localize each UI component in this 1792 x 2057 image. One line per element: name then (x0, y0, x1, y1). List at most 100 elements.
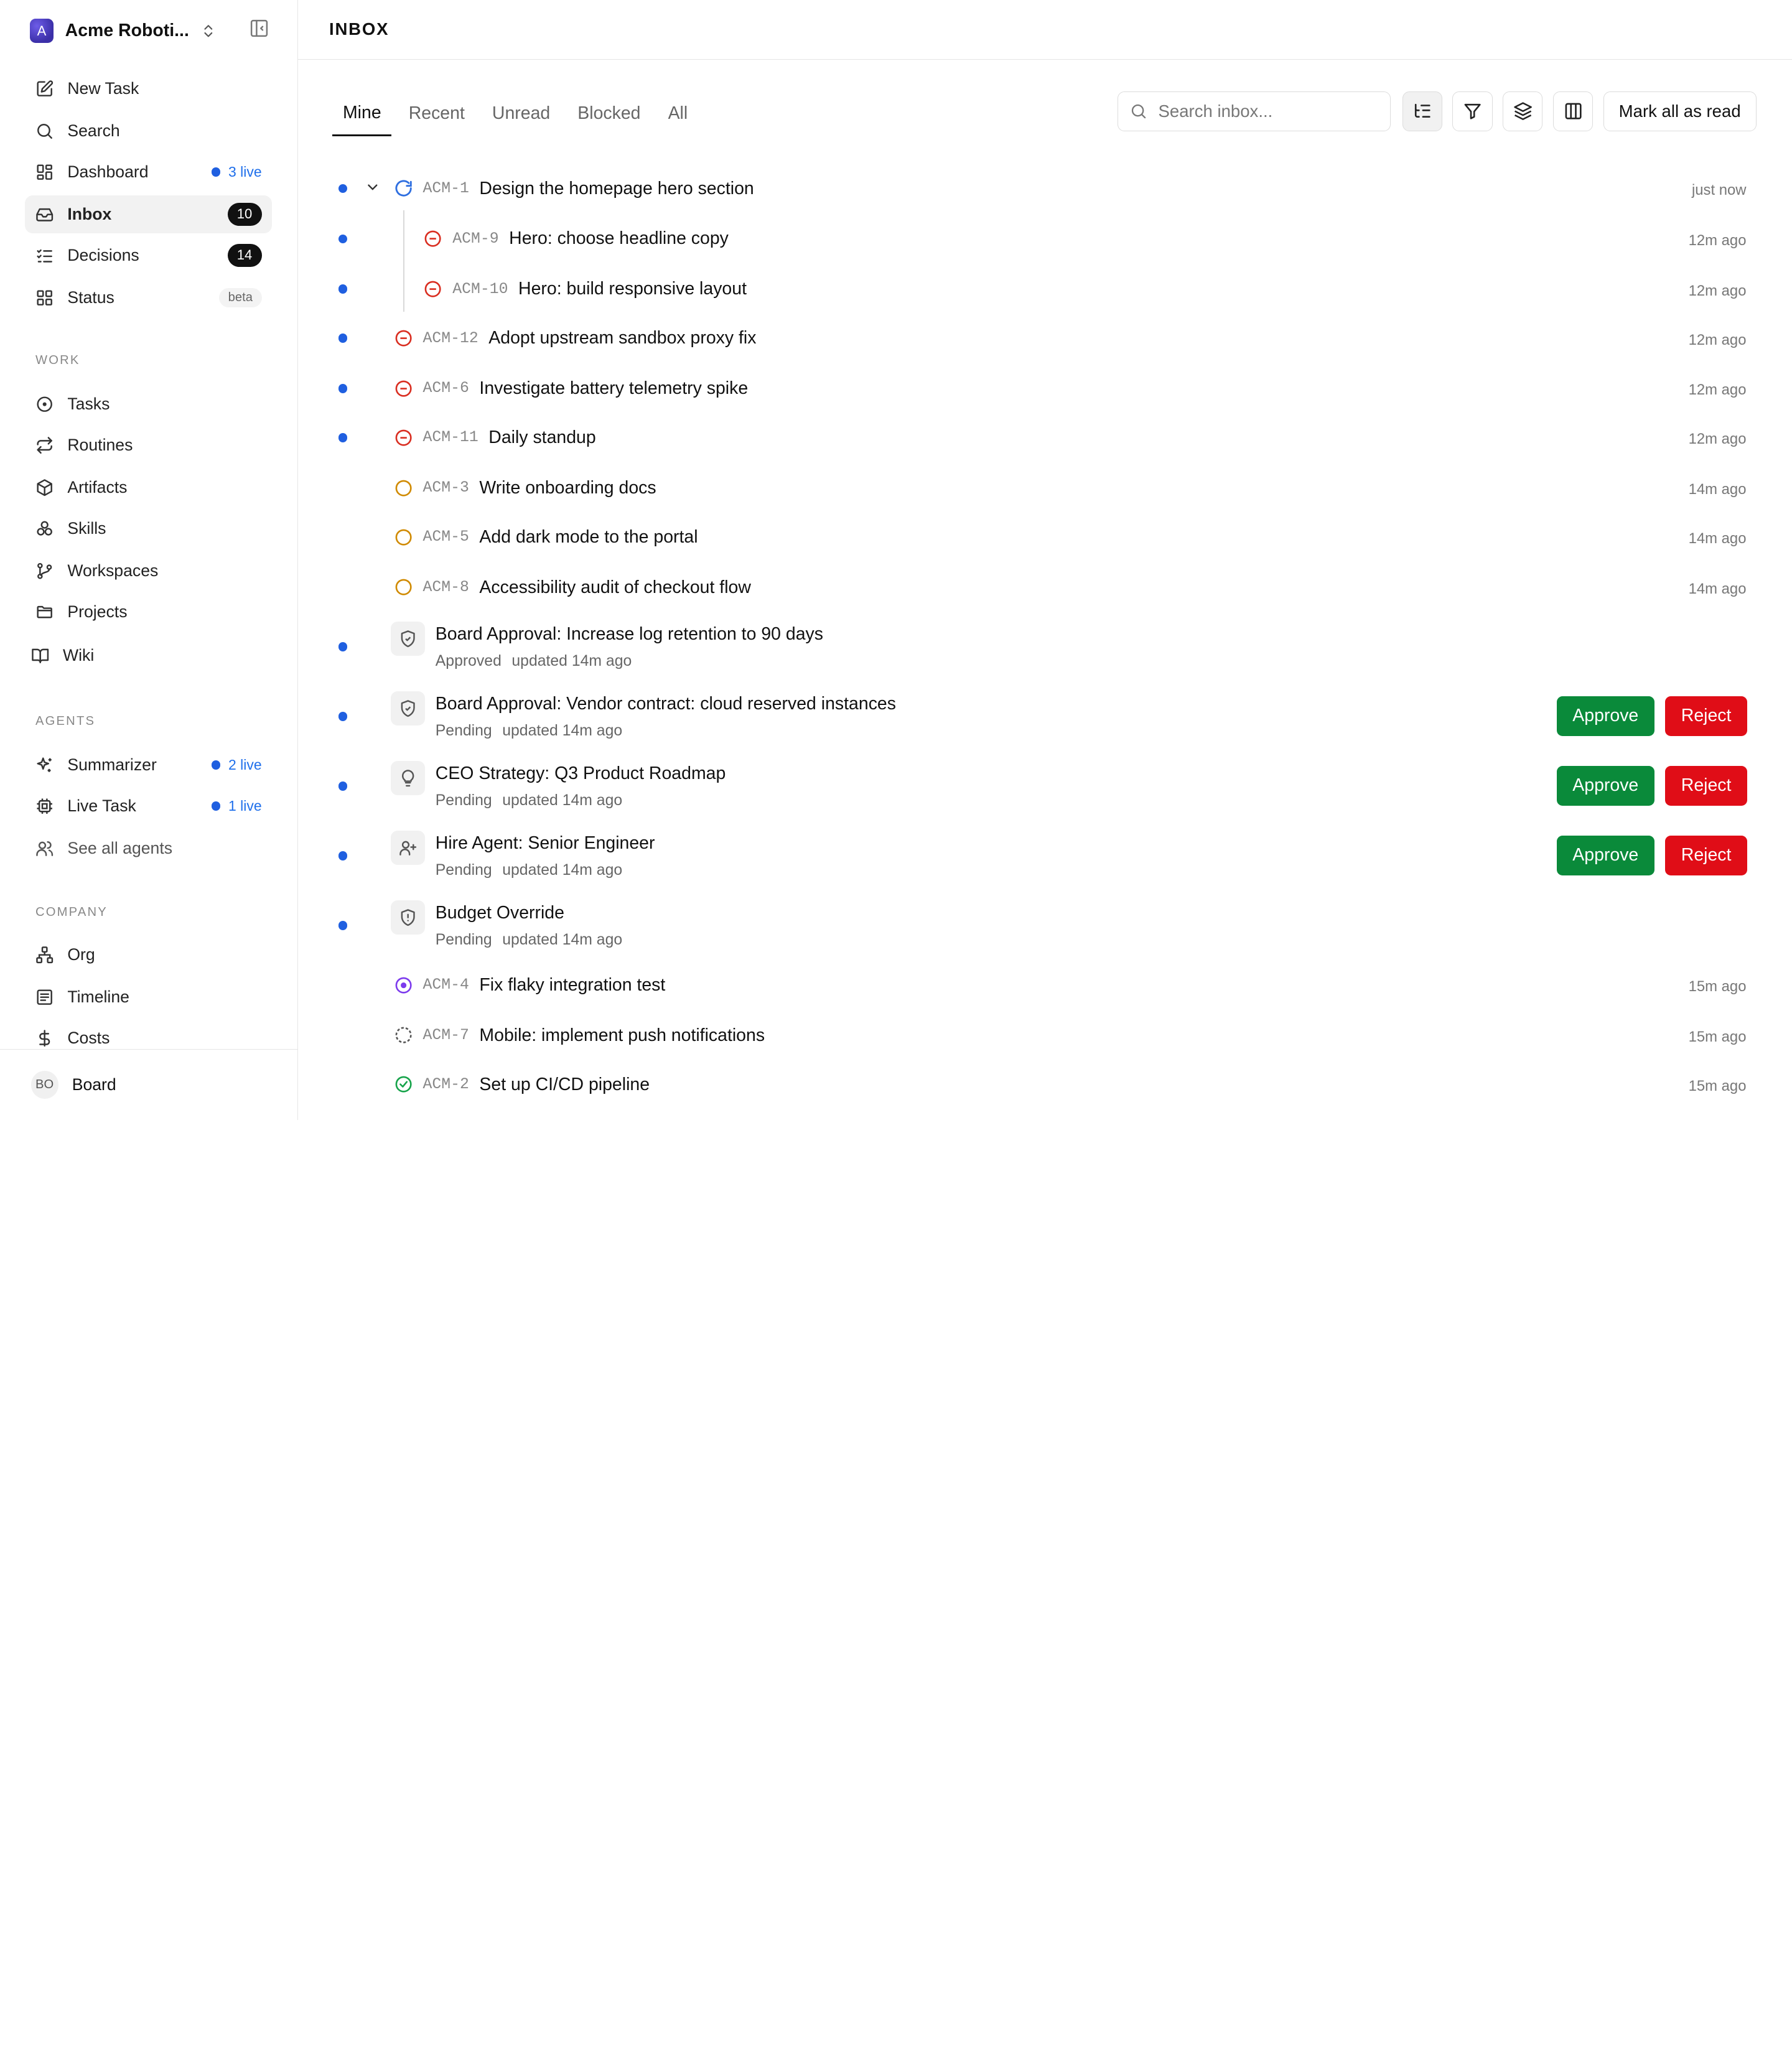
nav-label: Routines (67, 435, 133, 454)
issue-title: Add dark mode to the portal (479, 526, 698, 547)
inbox-toolbar: Mark all as read (1118, 91, 1757, 132)
list-item[interactable]: ACM-7 Mobile: implement push notificatio… (298, 1018, 1792, 1052)
nav-decisions[interactable]: Decisions 14 (25, 236, 272, 274)
nav-agent-summarizer[interactable]: Summarizer 2 live (25, 746, 272, 784)
unread-dot (338, 921, 348, 931)
approval-status: Pending (435, 791, 492, 809)
approval-status: Pending (435, 861, 492, 879)
approval-item[interactable]: Board Approval: Increase log retention t… (298, 619, 1792, 679)
nav-workspaces[interactable]: Workspaces (25, 552, 272, 590)
reject-button[interactable]: Reject (1665, 696, 1748, 736)
nav-inbox[interactable]: Inbox 10 (25, 195, 273, 233)
issue-id: ACM-5 (422, 528, 469, 546)
in-progress-status-icon (393, 179, 414, 199)
nav-label: Org (67, 945, 95, 964)
issue-time: 15m ago (1688, 978, 1747, 996)
approval-updated: updated 14m ago (502, 722, 623, 739)
nav-timeline[interactable]: Timeline (25, 978, 272, 1016)
columns-button[interactable] (1553, 91, 1594, 132)
nav-wiki[interactable]: Wiki (21, 637, 268, 674)
app: A Acme Roboti... New Task Search Dashboa… (0, 0, 1792, 1120)
issue-title: Accessibility audit of checkout flow (479, 577, 751, 597)
list-item[interactable]: ACM-8 Accessibility audit of checkout fl… (298, 571, 1792, 605)
nav-see-all-agents[interactable]: See all agents (25, 829, 272, 867)
issue-line: ACM-3 Write onboarding docs (393, 477, 656, 500)
nav-status[interactable]: Status beta (25, 279, 272, 317)
issue-id: ACM-4 (422, 976, 469, 994)
tab-recent[interactable]: Recent (398, 91, 475, 136)
unread-dot (338, 384, 348, 393)
approval-item[interactable]: Board Approval: Vendor contract: cloud r… (298, 689, 1792, 749)
unread-dot (338, 184, 348, 194)
company-name: Acme Roboti... (65, 21, 189, 41)
edit-icon (35, 80, 54, 98)
blocked-status-icon (423, 228, 444, 249)
nested-view-button[interactable] (1402, 91, 1442, 132)
page-header: INBOX (298, 0, 1792, 60)
nav-routines[interactable]: Routines (25, 426, 272, 464)
list-item[interactable]: ACM-2 Set up CI/CD pipeline 15m ago (298, 1067, 1792, 1101)
shield-check-icon (391, 622, 426, 656)
list-item[interactable]: ACM-12 Adopt upstream sandbox proxy fix … (298, 321, 1792, 355)
list-item[interactable]: ACM-6 Investigate battery telemetry spik… (298, 371, 1792, 406)
git-branch-icon (35, 562, 54, 580)
approval-item[interactable]: Budget Override Pending updated 14m ago (298, 898, 1792, 958)
tab-blocked[interactable]: Blocked (567, 91, 651, 136)
nav-dashboard[interactable]: Dashboard 3 live (25, 153, 272, 191)
blocked-status-icon (393, 378, 414, 399)
nav-new-task[interactable]: New Task (25, 70, 272, 108)
nav-label: Decisions (67, 245, 139, 264)
nav-search[interactable]: Search (25, 112, 272, 150)
reject-button[interactable]: Reject (1665, 835, 1748, 875)
list-item[interactable]: ACM-11 Daily standup 12m ago (298, 421, 1792, 455)
nav-org[interactable]: Org (25, 936, 272, 974)
approve-button[interactable]: Approve (1556, 765, 1654, 806)
approval-item[interactable]: Hire Agent: Senior Engineer Pending updat… (298, 829, 1792, 889)
issue-time: 12m ago (1688, 431, 1747, 448)
inbox-icon (35, 205, 54, 223)
reject-button[interactable]: Reject (1665, 765, 1748, 806)
list-item[interactable]: ACM-4 Fix flaky integration test 15m ago (298, 968, 1792, 1002)
approval-status: Pending (435, 931, 492, 948)
list-item[interactable]: ACM-3 Write onboarding docs 14m ago (298, 471, 1792, 505)
issue-line: ACM-4 Fix flaky integration test (393, 974, 665, 997)
routines-icon (35, 436, 54, 454)
issue-line: ACM-2 Set up CI/CD pipeline (393, 1073, 650, 1096)
tab-unread[interactable]: Unread (482, 91, 560, 136)
unread-dot (338, 781, 348, 791)
tab-all[interactable]: All (658, 91, 698, 136)
company-switcher[interactable]: A Acme Roboti... (29, 17, 277, 45)
issue-time: just now (1691, 182, 1747, 199)
user-menu[interactable]: BO Board (0, 1049, 299, 1120)
issue-title: Adopt upstream sandbox proxy fix (488, 328, 757, 348)
approval-title: Hire Agent: Senior Engineer (435, 833, 655, 853)
todo-status-icon (393, 478, 414, 498)
approval-status: Approved (435, 652, 502, 669)
issue-time: 12m ago (1688, 331, 1747, 348)
issue-time: 15m ago (1688, 1077, 1747, 1094)
search-input[interactable] (1158, 101, 1376, 122)
nav-artifacts[interactable]: Artifacts (25, 469, 272, 506)
columns-icon (1564, 101, 1583, 121)
approve-button[interactable]: Approve (1556, 696, 1654, 736)
list-item[interactable]: ACM-5 Add dark mode to the portal 14m ag… (298, 520, 1792, 554)
sidebar-collapse-icon[interactable] (249, 18, 269, 39)
filter-button[interactable] (1452, 91, 1493, 132)
user-name: Board (72, 1075, 116, 1094)
nav-label: Workspaces (67, 561, 159, 580)
live-count: 2 live (228, 757, 262, 773)
nav-agent-live-task[interactable]: Live Task 1 live (25, 787, 272, 825)
nav-label: New Task (67, 78, 139, 98)
nav-tasks[interactable]: Tasks (25, 385, 272, 423)
tab-mine[interactable]: Mine (332, 91, 392, 136)
list-item[interactable]: ACM-9 Hero: choose headline copy 12m ago (298, 222, 1792, 256)
list-item[interactable]: ACM-1 Design the homepage hero section j… (298, 172, 1792, 206)
list-item[interactable]: ACM-10 Hero: build responsive layout 12m… (298, 272, 1792, 306)
approve-button[interactable]: Approve (1556, 835, 1654, 875)
group-button[interactable] (1503, 91, 1543, 132)
nav-skills[interactable]: Skills (25, 510, 272, 548)
mark-all-read-button[interactable]: Mark all as read (1603, 91, 1757, 132)
chevron-down-icon[interactable] (365, 179, 381, 195)
approval-item[interactable]: CEO Strategy: Q3 Product Roadmap Pending… (298, 759, 1792, 819)
nav-projects[interactable]: Projects (25, 593, 272, 631)
